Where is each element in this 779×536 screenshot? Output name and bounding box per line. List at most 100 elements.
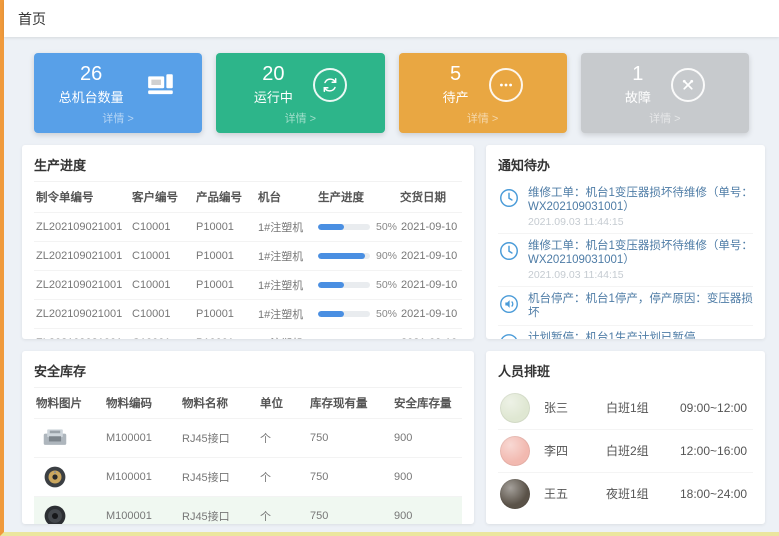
column-header: 单位 — [258, 388, 308, 418]
progress-percent: 90% — [376, 250, 397, 262]
production-table-header: 制令单编号客户编号产品编号机台生产进度交货日期 — [34, 181, 462, 212]
machine-cell: 1#注塑机 — [256, 271, 316, 299]
notification-item[interactable]: 维修工单：机台1变压器损坏待维修（单号：WX202109031001）2021.… — [498, 233, 753, 286]
product-no-cell: P10001 — [194, 331, 256, 339]
production-row: ZL202109021001C10001P100011#注塑机90%2021-0… — [34, 241, 462, 270]
customer-no-cell: C10001 — [130, 302, 194, 326]
product-no-cell: P10001 — [194, 273, 256, 297]
stat-card-value: 1 — [632, 63, 643, 85]
stat-card-value: 26 — [80, 63, 102, 85]
material-name-cell: RJ45接口 — [180, 463, 258, 491]
progress-cell: 50% — [316, 273, 399, 297]
stock-cell: 750 — [308, 426, 392, 450]
progress-bar-fill — [318, 253, 365, 259]
main-content: 生产进度 制令单编号客户编号产品编号机台生产进度交货日期 ZL202109021… — [4, 133, 779, 532]
stat-card-main: 5待产 — [409, 61, 557, 108]
safety-stock-title: 安全库存 — [34, 359, 462, 387]
material-code-cell: M100001 — [104, 504, 180, 524]
column-header: 安全库存量 — [392, 388, 462, 418]
page-title: 首页 — [18, 9, 46, 29]
production-row: ZL202109021001C10001P100011#注塑机50%2021-0… — [34, 270, 462, 299]
notification-text[interactable]: 维修工单：机台1变压器损坏待维修（单号：WX202109031001） — [528, 186, 753, 214]
product-no-cell: P10001 — [194, 215, 256, 239]
clock-icon — [498, 240, 520, 262]
delivery-date-cell: 2021-09-10 — [399, 244, 463, 268]
staff-name: 李四 — [544, 442, 606, 459]
order-no-cell: ZL202109021001 — [34, 215, 130, 239]
stat-cards: 26总机台数量详情 >20运行中详情 >5待产详情 >1故障详情 > — [4, 37, 779, 133]
material-image-cell — [34, 497, 104, 524]
machine-cell: 1#注塑机 — [256, 213, 316, 241]
production-table-body: ZL202109021001C10001P100011#注塑机50%2021-0… — [34, 212, 462, 339]
detail-link[interactable]: 详情 > — [226, 108, 374, 129]
stat-card-label: 运行中 — [254, 87, 293, 106]
progress-bar — [318, 224, 370, 230]
order-no-cell: ZL202109021001 — [34, 331, 130, 339]
machine-cell: 1#注塑机 — [256, 242, 316, 270]
material-code-cell: M100001 — [104, 426, 180, 450]
notifications-title: 通知待办 — [498, 153, 753, 181]
notification-text[interactable]: 机台停产：机台1停产，停产原因：变压器损坏 — [528, 292, 753, 320]
staff-row: 张三白班1组09:00~12:00 — [498, 387, 753, 429]
page-header: 首页 — [4, 0, 779, 37]
notification-text[interactable]: 维修工单：机台1变压器损坏待维修（单号：WX202109031001） — [528, 239, 753, 267]
detail-link[interactable]: 详情 > — [409, 108, 557, 129]
stat-card-running: 20 运行中详情 > — [216, 53, 384, 133]
progress-cell: 50% — [316, 215, 399, 239]
machine-icon — [144, 68, 178, 102]
avatar — [500, 393, 530, 423]
order-no-cell: ZL202109021001 — [34, 273, 130, 297]
stat-card-main: 26 总机台数量 — [44, 61, 192, 108]
progress-percent: 50% — [376, 221, 397, 233]
notification-item[interactable]: 机台停产：机台1停产，停产原因：变压器损坏 — [498, 286, 753, 325]
notification-item[interactable]: 维修工单：机台1变压器损坏待维修（单号：WX202109031001）2021.… — [498, 181, 753, 233]
column-header: 制令单编号 — [34, 182, 130, 212]
staff-time: 09:00~12:00 — [680, 401, 751, 415]
stat-card-value: 20 — [262, 63, 284, 85]
unit-cell: 个 — [258, 424, 308, 452]
delivery-date-cell: 2021-09-10 — [399, 331, 463, 339]
column-header: 机台 — [256, 182, 316, 212]
progress-percent: 50% — [376, 337, 397, 339]
customer-no-cell: C10001 — [130, 244, 194, 268]
left-column: 生产进度 制令单编号客户编号产品编号机台生产进度交货日期 ZL202109021… — [22, 145, 474, 524]
staff-shift: 夜班1组 — [606, 485, 680, 502]
staff-row: 王五夜班1组18:00~24:00 — [498, 472, 753, 515]
notification-list: 维修工单：机台1变压器损坏待维修（单号：WX202109031001）2021.… — [498, 181, 753, 339]
material-image-cell — [34, 458, 104, 496]
progress-cell: 50% — [316, 331, 399, 339]
progress-bar-fill — [318, 311, 344, 317]
safety-stock-cell: 900 — [392, 426, 462, 450]
stat-card-main: 20 运行中 — [226, 61, 374, 108]
customer-no-cell: C10001 — [130, 331, 194, 339]
detail-link[interactable]: 详情 > — [44, 108, 192, 129]
progress-bar-fill — [318, 282, 344, 288]
stat-card-label: 总机台数量 — [59, 87, 124, 106]
notification-item[interactable]: 计划暂停：机台1生产计划已暂停2021.09.03 11:44:15 — [498, 325, 753, 339]
detail-link[interactable]: 详情 > — [591, 108, 739, 129]
column-header: 客户编号 — [130, 182, 194, 212]
material-name-cell: RJ45接口 — [180, 502, 258, 524]
safety-stock-cell: 900 — [392, 504, 462, 524]
notification-body: 计划暂停：机台1生产计划已暂停2021.09.03 11:44:15 — [528, 331, 753, 339]
staff-schedule-panel: 人员排班 张三白班1组09:00~12:00李四白班2组12:00~16:00王… — [486, 351, 765, 524]
notification-text[interactable]: 计划暂停：机台1生产计划已暂停 — [528, 331, 753, 339]
progress-percent: 50% — [376, 308, 397, 320]
production-row: ZL202109021001C10001P100011#注塑机50%2021-0… — [34, 212, 462, 241]
material-name-cell: RJ45接口 — [180, 424, 258, 452]
unit-cell: 个 — [258, 502, 308, 524]
tools-icon — [671, 68, 705, 102]
speaker-icon — [498, 332, 520, 339]
staff-list: 张三白班1组09:00~12:00李四白班2组12:00~16:00王五夜班1组… — [498, 387, 753, 515]
stat-card-fault: 1故障详情 > — [581, 53, 749, 133]
notification-body: 维修工单：机台1变压器损坏待维修（单号：WX202109031001）2021.… — [528, 239, 753, 281]
order-no-cell: ZL202109021001 — [34, 302, 130, 326]
speaker-icon — [498, 293, 520, 315]
stat-card-text: 20 运行中 — [254, 63, 293, 106]
stat-card-text: 26 总机台数量 — [59, 63, 124, 106]
inventory-row: M100001RJ45接口个750900 — [34, 457, 462, 496]
speaker-image — [36, 503, 74, 524]
stat-card-value: 5 — [450, 63, 461, 85]
stat-card-waiting: 5待产详情 > — [399, 53, 567, 133]
staff-shift: 白班1组 — [606, 399, 680, 416]
